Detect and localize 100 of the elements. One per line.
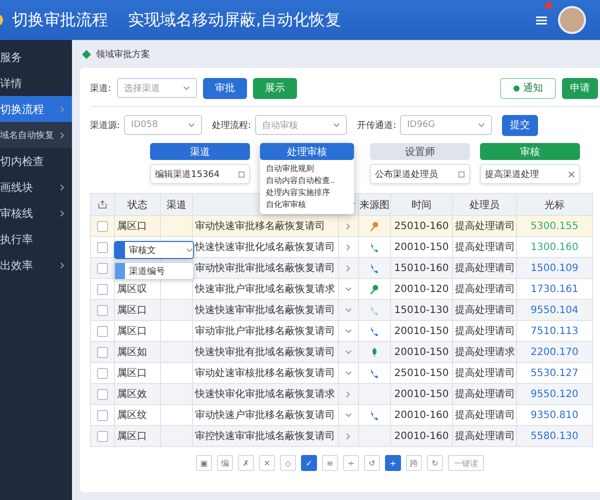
pager-button[interactable]: ▣	[196, 455, 212, 471]
table-cell-text: 快速快审批有批域名蔽恢复请司	[195, 346, 335, 359]
table-cell: 20010-120	[394, 284, 449, 294]
table-cell-text: 属区叹	[117, 283, 147, 296]
table-cell: 9350.810	[530, 410, 578, 420]
sidebar-item[interactable]: 画线块	[0, 174, 72, 200]
pager-button[interactable]: +	[385, 455, 401, 471]
table-cell: 20010-160	[394, 410, 449, 420]
table-cell: 1500.109	[530, 262, 578, 274]
table-cell-text: 提高处理请司	[455, 262, 515, 275]
channel-select[interactable]: 选择渠道	[117, 78, 198, 98]
table-cell-text: 提高处理请司	[455, 240, 515, 254]
input-field[interactable]: 渠道编号	[114, 262, 194, 280]
pager-button[interactable]: ✗	[238, 455, 254, 471]
submit-button[interactable]: 提交	[502, 114, 538, 136]
filter-label: 渠道:	[90, 82, 112, 94]
table-cell: 2200.170	[530, 346, 578, 358]
table-cell-text: 提高处理请司	[455, 366, 515, 380]
table-cell: 20010-150	[394, 388, 449, 400]
table-cell: 20010-150	[394, 242, 449, 252]
action-button[interactable]: 审批	[203, 78, 248, 98]
page-subtitle: 实现域名移动屏蔽,自动化恢复	[128, 10, 342, 30]
column-header: 时间	[412, 198, 432, 212]
table-cell-text: 快速快速审批化域名蔽恢复请司	[195, 240, 335, 254]
menu-item[interactable]: 自化审审核	[266, 199, 348, 211]
select-field[interactable]: 审核文	[114, 241, 194, 259]
filter-label: 处理流程:	[212, 120, 252, 132]
filter-label: 开传通道:	[357, 120, 396, 132]
menu-item[interactable]: 处理内容实施排序	[266, 187, 348, 199]
sidebar-item[interactable]: 审核线	[0, 200, 72, 226]
pager-button[interactable]: ↻	[427, 455, 443, 471]
pager-button[interactable]: ≡	[322, 455, 338, 471]
table-cell: 7510.113	[530, 326, 578, 336]
pager-button[interactable]: ÷	[343, 455, 359, 471]
table-cell: 1730.161	[530, 284, 578, 294]
sidebar-item[interactable]: 出效率	[0, 252, 72, 278]
notify-button[interactable]: 通知	[500, 78, 556, 98]
table-cell-text: 提高处理请司	[455, 304, 515, 317]
table-cell: 20010-160	[394, 430, 449, 442]
pager-button[interactable]: ✓	[301, 455, 317, 471]
column-header: 状态	[128, 198, 148, 212]
table-cell-text: 提高处理请司	[455, 408, 515, 422]
menu-item[interactable]: 自动内容自动检查..	[266, 175, 348, 187]
table-cell-text: 提高处理请司	[455, 388, 515, 401]
sidebar-item[interactable]: 详情	[0, 70, 72, 96]
table-cell-text: 提高处理请求	[455, 346, 515, 359]
table-cell: 9550.104	[530, 304, 578, 316]
apply-button[interactable]: 申请	[562, 78, 598, 98]
panel-header[interactable]: 渠道	[150, 143, 250, 160]
column-header: 来源图	[360, 198, 390, 212]
panel-header[interactable]: 审核	[480, 143, 580, 160]
breadcrumb: 领域审批方案	[96, 48, 150, 60]
table-cell-text: 快速审批户审批域名蔽恢复请求	[195, 282, 335, 296]
table-cell: 15010-160	[394, 262, 449, 274]
table-cell-text: 属区纹	[117, 409, 147, 422]
sidebar-item[interactable]: 切换流程	[0, 96, 72, 122]
table-cell-text: 提高处理请司	[455, 220, 515, 233]
column-header: 光标	[544, 198, 564, 212]
read-all-button[interactable]: 一键读	[448, 455, 484, 471]
panel-field[interactable]: 提高渠道处理	[480, 164, 580, 184]
filter-label: 渠道源:	[90, 120, 120, 132]
panel-header[interactable]: 设置师	[370, 143, 470, 160]
sidebar-item[interactable]: 域名自动恢复	[0, 122, 72, 148]
filter-select[interactable]: 自动审核	[255, 115, 348, 135]
table-cell: 20010-150	[394, 346, 449, 358]
column-header: 处理员	[470, 198, 500, 212]
table-cell-text: 审动快审批审批域名蔽恢复请司	[195, 262, 335, 275]
pager-button[interactable]: ✕	[259, 455, 275, 471]
table-cell: 20010-150	[394, 326, 449, 336]
pager-button[interactable]: ◇	[280, 455, 296, 471]
action-button[interactable]: 展示	[253, 78, 298, 98]
app-title: 切换审批流程	[12, 10, 108, 30]
filter-select[interactable]: ID96G	[400, 115, 492, 135]
table-cell-text: 审动快速审批移名蔽恢复请司	[195, 220, 325, 233]
filter-select[interactable]: ID058	[124, 115, 202, 135]
column-header: 渠道	[166, 198, 186, 212]
table-cell-text: 提高处理请司	[455, 324, 515, 338]
sidebar-item[interactable]: 执行率	[0, 226, 72, 252]
table-cell-text: 审控快速审审批域名蔽恢复请司	[195, 430, 335, 443]
table-cell: 9550.120	[530, 388, 578, 400]
sidebar-item[interactable]: 服务	[0, 44, 72, 70]
table-cell: 5530.127	[530, 368, 578, 378]
menu-item[interactable]: 自动审批规则	[266, 163, 348, 175]
pager-button[interactable]: ↺	[364, 455, 380, 471]
pager-button[interactable]: 编	[217, 455, 233, 471]
panel-header[interactable]: 处理审核	[260, 143, 354, 160]
panel-field[interactable]: 编辑渠道15364	[150, 164, 250, 184]
table-cell-text: 属区口	[117, 220, 147, 233]
table-cell-text: 属区口	[117, 304, 147, 317]
table-cell: 5300.155	[530, 220, 578, 232]
pager-button[interactable]: 跨	[406, 455, 422, 471]
table-cell-text: 审动处速审核批移名蔽恢复请司	[195, 366, 335, 380]
table-cell: 1300.160	[530, 242, 578, 252]
table-cell-text: 审动审批户审批移名蔽恢复请司	[195, 324, 335, 338]
panel-field[interactable]: 公布渠道处理员	[370, 164, 470, 184]
table-cell: 25010-160	[394, 220, 449, 232]
table-cell-text: 属区口	[117, 430, 147, 443]
table-cell-text: 快速快速审审批域名蔽恢复请司	[195, 304, 335, 317]
table-cell-text: 提高处理请司	[455, 430, 515, 443]
sidebar-item[interactable]: 切内检查	[0, 148, 72, 174]
